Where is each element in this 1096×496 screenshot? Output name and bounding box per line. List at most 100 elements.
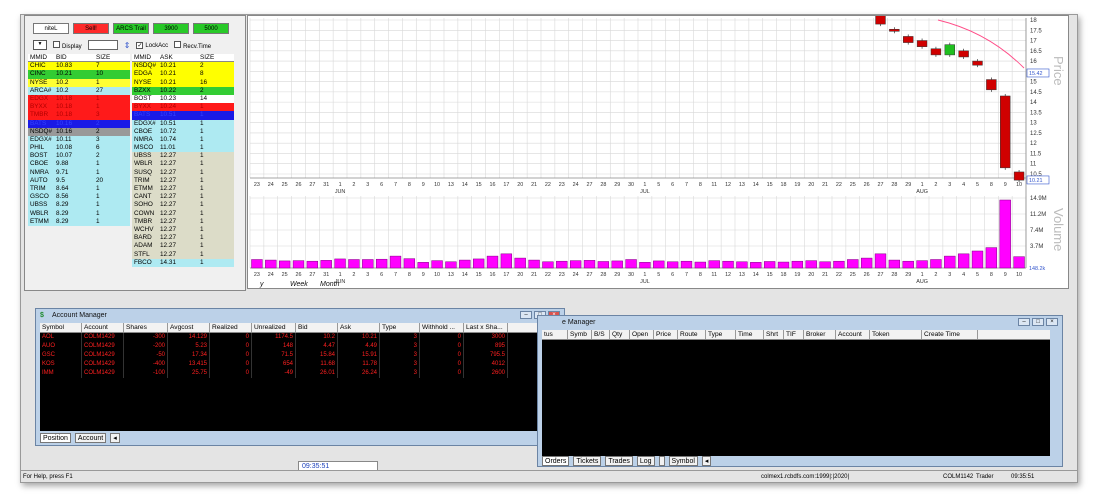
ask-row[interactable]: BARD 12.27 1 [132,234,234,243]
bid-row[interactable]: CBOE 9.88 1 [28,160,130,169]
ask-row[interactable]: FBCO 14.31 1 [132,258,234,267]
bid-row[interactable]: TRIM 8.64 1 [28,185,130,194]
ask-row[interactable]: COWN 12.27 1 [132,209,234,218]
order-col-header[interactable]: Broker [804,330,836,339]
position-grid[interactable]: Symbol Account Shares Avgcost Realized Unreal… [40,323,552,431]
bid-row[interactable]: GSCO 8.56 1 [28,193,130,202]
order-col-header[interactable]: Qty [610,330,630,339]
quantity-input[interactable] [87,40,118,50]
ask-row[interactable]: TRIM 12.27 1 [132,176,234,185]
ask-row[interactable]: CANT 12.27 1 [132,193,234,202]
bid-row[interactable]: NSDQ# 10.16 2 [28,127,130,136]
ask-row[interactable]: BOST 10.23 14 [132,94,234,104]
order-col-header[interactable]: Create Time [922,330,978,339]
order-manager-tab-3[interactable]: Log [636,456,655,466]
ask-row[interactable]: BYXX 10.24 1 [132,103,234,112]
account-manager-tab-1[interactable]: Account [74,433,107,443]
position-row[interactable]: GSC COLM1429 -50 17.34 0 71.5 15.84 15.91 3 0 795.… [40,351,552,360]
ask-row[interactable]: UBSS 12.27 1 [132,152,234,161]
order-col-header[interactable]: Open [630,330,654,339]
position-col-header[interactable]: Avgcost [168,323,210,332]
bid-row[interactable]: EDGX# 10.11 3 [28,135,130,145]
order-manager-tab-5[interactable]: Symbol [668,456,698,466]
ask-row[interactable]: BATS 10.51 1 [132,111,234,120]
position-row[interactable]: AUO COLM1429 -200 5.23 0 148 4.47 4.49 3 0 895 [40,342,552,351]
l2-button-3[interactable]: 3900 [153,23,189,34]
bid-row[interactable]: BOST 10.07 2 [28,152,130,161]
order-col-header[interactable]: Type [706,330,736,339]
bid-row[interactable]: BYXX 10.18 1 [28,103,130,112]
order-manager-tab-0[interactable]: Orders [542,456,570,466]
ask-row[interactable]: SOHO 12.27 1 [132,201,234,210]
ask-row[interactable]: ADAM 12.27 1 [132,242,234,251]
bid-row[interactable]: WBLR 8.29 1 [28,209,130,218]
bid-row[interactable]: ETMM 8.29 1 [28,217,130,226]
bid-row[interactable]: NYSE 10.2 1 [28,78,130,87]
ask-row[interactable]: SUSQ 12.27 1 [132,168,234,177]
ask-row[interactable]: NMRA 10.74 1 [132,135,234,145]
ask-row[interactable]: NYSE 10.21 16 [132,78,234,87]
bid-row[interactable]: AUTO 9.5 20 [28,176,130,185]
lockacc-checkbox[interactable]: ✓ LockAcc [136,41,168,49]
bid-row[interactable]: EDGX 10.18 1 [28,94,130,104]
position-col-header[interactable]: Type [380,323,420,332]
order-col-header[interactable]: Account [836,330,870,339]
ask-row[interactable]: NSDQ# 10.21 2 [132,62,234,71]
l2-button-2[interactable]: ARCS Trail [113,23,149,34]
bid-row[interactable]: PHIL 10.08 6 [28,144,130,153]
price-chart[interactable]: 1817.51716.51615.51514.51413.51312.51211… [247,15,1069,289]
account-manager-titlebar[interactable]: $ Account Manager – □ × [36,309,564,323]
maximize-icon[interactable]: □ [1032,318,1044,326]
l2-button-0[interactable]: niteL [33,23,69,34]
order-col-header[interactable]: B/S [592,330,610,339]
order-col-header[interactable]: TIF [784,330,804,339]
order-col-header[interactable]: Symb [568,330,592,339]
position-col-header[interactable]: Bid [296,323,338,332]
order-manager-tab-1[interactable]: Tickets [573,456,602,466]
account-manager-tab-0[interactable]: Position [40,433,71,443]
position-col-header[interactable]: Realized [210,323,252,332]
position-col-header[interactable]: Last x Sha... [464,323,508,332]
scroll-left-icon[interactable]: ◂ [110,433,120,443]
orders-grid[interactable]: tus Symb B/S Qty Open Price Route Type Time Shrt T… [542,330,1050,456]
ask-row[interactable]: EDGA 10.21 8 [132,70,234,79]
order-manager-tab-2[interactable]: Trades [605,456,633,466]
bid-row[interactable]: UBSS 8.29 1 [28,201,130,210]
ask-row[interactable]: TMBR 12.27 1 [132,217,234,226]
spin-icon[interactable]: ⇕ [124,41,131,50]
ask-row[interactable]: WBLR 12.27 1 [132,160,234,169]
position-col-header[interactable]: Shares [124,323,168,332]
order-col-header[interactable]: Time [736,330,764,339]
bid-row[interactable]: ARCA# 10.2 27 [28,86,130,95]
bid-row[interactable]: CINC 10.21 10 [28,70,130,79]
position-col-header[interactable]: Account [82,323,124,332]
close-icon[interactable]: × [1046,318,1058,326]
order-col-header[interactable]: tus [542,330,568,339]
bid-row[interactable]: TMBR 10.18 3 [28,111,130,120]
position-col-header[interactable]: Unrealized [252,323,296,332]
l2-button-1[interactable]: Sell! [73,23,109,34]
recvtime-checkbox[interactable]: Recv.Time [174,40,211,50]
order-manager-tab-4[interactable] [658,456,665,466]
dropdown-arrow-icon[interactable]: ▼ [33,40,47,50]
order-col-header[interactable]: Route [678,330,706,339]
order-manager-titlebar[interactable]: e Manager – □ × [538,316,1062,330]
bid-row[interactable]: NMRA 9.71 1 [28,168,130,177]
ask-row[interactable]: STFL 12.27 1 [132,250,234,259]
minimize-icon[interactable]: – [1018,318,1030,326]
ask-row[interactable]: WCHV 12.27 1 [132,225,234,235]
bid-row[interactable]: CHIC 10.83 7 [28,62,130,71]
minimize-icon[interactable]: – [520,311,532,319]
position-row[interactable]: KOS COLM1429 -400 13.415 0 654 11.68 11.78 3 0 401… [40,360,552,369]
position-col-header[interactable]: Symbol [40,323,82,332]
l2-button-4[interactable]: 5000 [193,23,229,34]
scroll-left-icon[interactable]: ◂ [701,456,712,466]
position-row[interactable]: IMM COLM1429 -100 25.75 0 -49 26.01 26.24 3 0 2600 [40,369,552,378]
position-col-header[interactable]: Withhold ... [420,323,464,332]
position-row[interactable]: AOL COLM1429 -300 14.129 0 1174.5 10.2 10.21 3 0 3… [40,333,552,342]
ask-row[interactable]: BZXX 10.22 2 [132,86,234,95]
ask-row[interactable]: MSCO 11.01 1 [132,144,234,153]
ask-row[interactable]: CBOE 10.72 1 [132,127,234,136]
order-col-header[interactable]: Shrt [764,330,784,339]
ask-row[interactable]: ETMM 12.27 1 [132,185,234,194]
